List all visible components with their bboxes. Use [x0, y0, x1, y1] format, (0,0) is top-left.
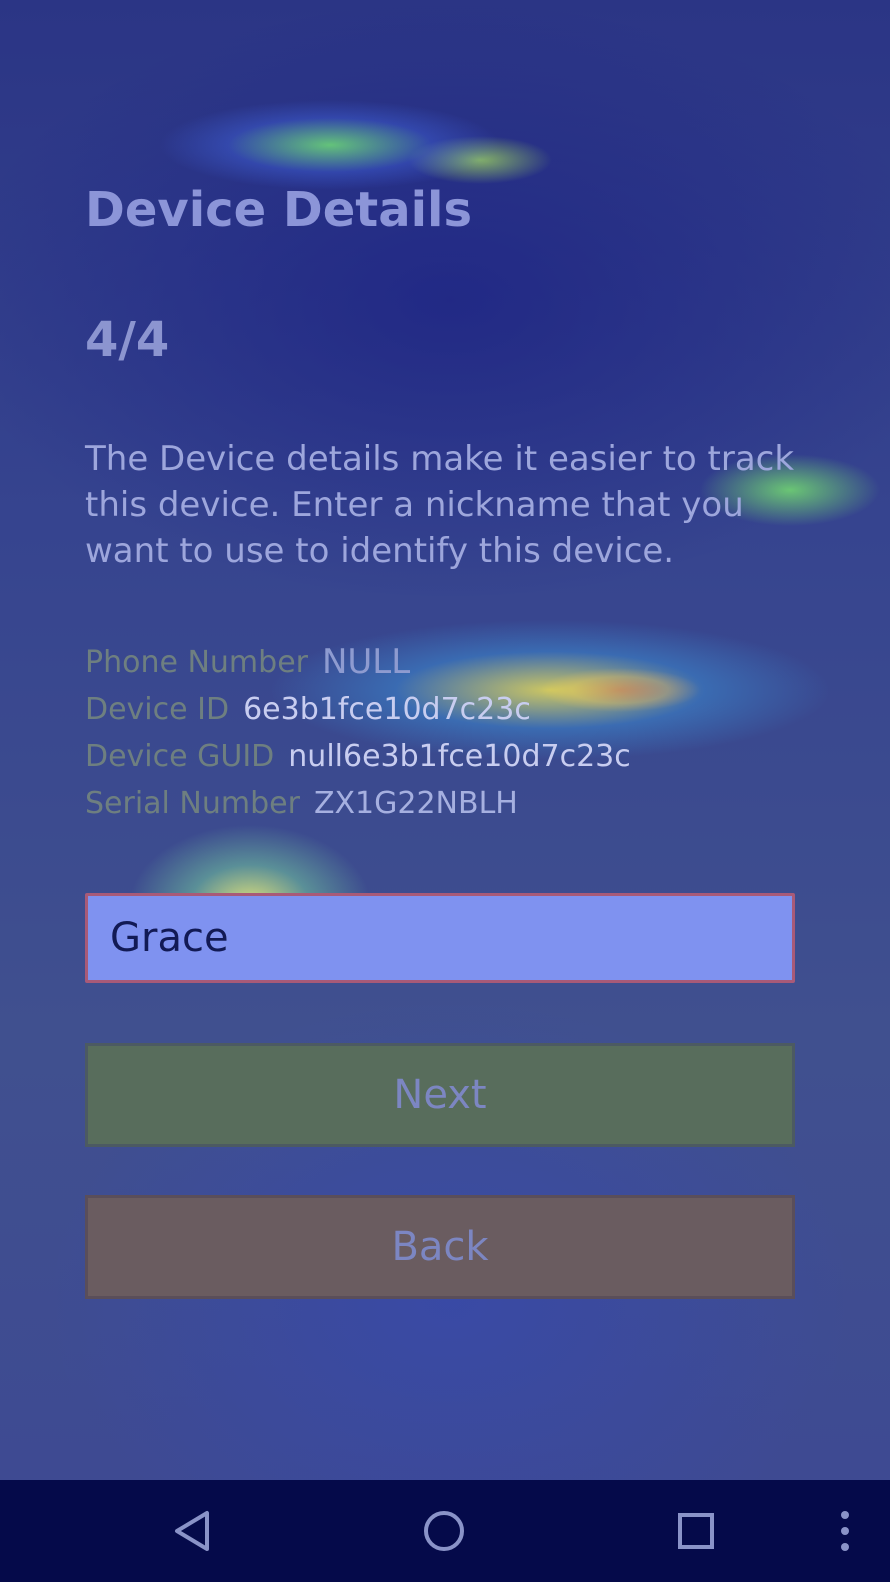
heatmap-screen: Device Details 4/4 The Device details ma…: [0, 0, 890, 1480]
device-id-label: Device ID: [85, 691, 230, 727]
device-guid-row: Device GUID null6e3b1fce10d7c23c: [85, 736, 631, 776]
back-button[interactable]: Back: [85, 1195, 795, 1299]
nav-back-button[interactable]: [153, 1480, 233, 1582]
next-button[interactable]: Next: [85, 1043, 795, 1147]
serial-number-value: ZX1G22NBLH: [313, 785, 518, 821]
step-indicator: 4/4: [85, 312, 170, 368]
serial-number-row: Serial Number ZX1G22NBLH: [85, 783, 518, 823]
nav-home-button[interactable]: [404, 1480, 484, 1582]
nav-recents-button[interactable]: [656, 1480, 736, 1582]
serial-number-label: Serial Number: [85, 785, 300, 821]
device-id-value: 6e3b1fce10d7c23c: [243, 691, 531, 727]
back-triangle-icon: [175, 1511, 209, 1551]
nickname-input[interactable]: Grace: [85, 893, 795, 983]
description-text: The Device details make it easier to tra…: [85, 439, 795, 571]
overflow-menu-icon: [841, 1511, 849, 1551]
phone-number-row: Phone Number NULL: [85, 642, 410, 682]
device-guid-value: null6e3b1fce10d7c23c: [288, 738, 631, 774]
home-circle-icon: [424, 1511, 464, 1551]
device-id-row: Device ID 6e3b1fce10d7c23c: [85, 689, 531, 729]
page-title: Device Details: [85, 182, 473, 238]
phone-number-value: NULL: [321, 642, 411, 682]
phone-number-label: Phone Number: [85, 644, 308, 680]
recents-square-icon: [678, 1513, 714, 1549]
overflow-menu-button[interactable]: [820, 1480, 870, 1582]
device-guid-label: Device GUID: [85, 738, 275, 774]
system-navigation-bar: [0, 1480, 890, 1582]
nickname-input-value: Grace: [110, 915, 229, 961]
